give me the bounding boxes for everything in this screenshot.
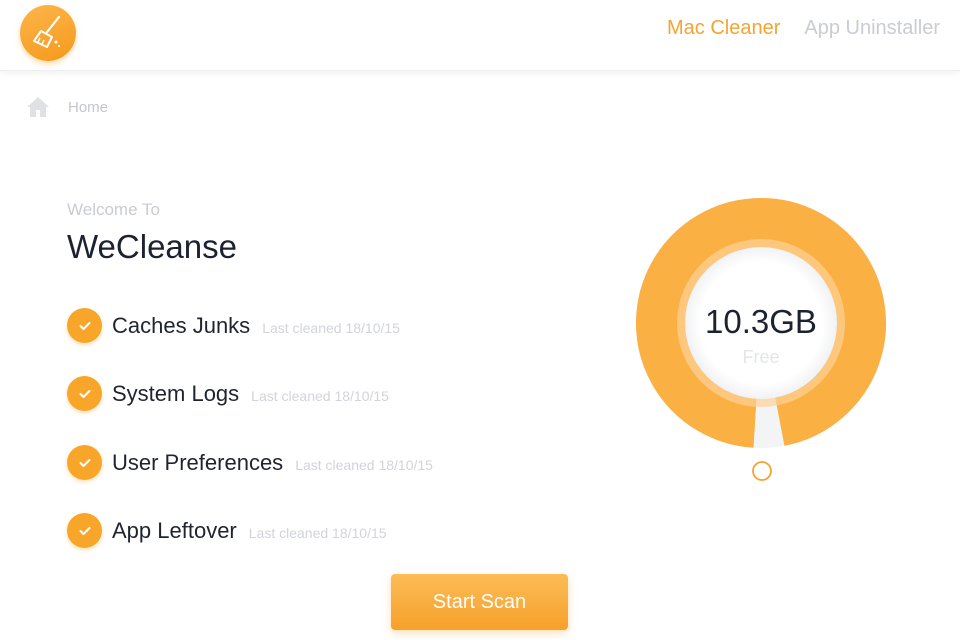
free-space-value: 10.3GB xyxy=(705,303,817,340)
top-bar: Mac Cleaner App Uninstaller xyxy=(0,0,960,71)
item-name: Caches Junks xyxy=(112,312,251,338)
breadcrumb: Home xyxy=(26,96,108,118)
tab-app-uninstaller[interactable]: App Uninstaller xyxy=(804,17,940,40)
home-icon[interactable] xyxy=(26,96,50,118)
check-icon xyxy=(67,445,102,480)
list-item-system-logs[interactable]: System Logs Last cleaned 18/10/15 xyxy=(67,376,389,411)
storage-gauge: 10.3GB Free xyxy=(636,198,886,481)
app-title: WeCleanse xyxy=(67,228,237,265)
list-item-user-preferences[interactable]: User Preferences Last cleaned 18/10/15 xyxy=(67,445,433,480)
item-name: App Leftover xyxy=(112,517,237,543)
item-last-cleaned: Last cleaned 18/10/15 xyxy=(251,387,389,404)
tab-mac-cleaner[interactable]: Mac Cleaner xyxy=(667,17,780,40)
gauge-indicator-icon[interactable] xyxy=(752,461,772,481)
app-logo[interactable] xyxy=(20,5,76,61)
main-nav: Mac Cleaner App Uninstaller xyxy=(667,17,940,40)
broom-icon xyxy=(33,15,61,48)
check-icon xyxy=(67,308,102,343)
item-last-cleaned: Last cleaned 18/10/15 xyxy=(248,524,387,541)
check-icon xyxy=(67,376,102,411)
welcome-subtitle: Welcome To xyxy=(67,200,160,219)
item-last-cleaned: Last cleaned 18/10/15 xyxy=(262,319,400,336)
list-item-app-leftover[interactable]: App Leftover Last cleaned 18/10/15 xyxy=(67,513,387,548)
item-name: System Logs xyxy=(112,380,240,406)
item-last-cleaned: Last cleaned 18/10/15 xyxy=(295,456,433,473)
start-scan-button[interactable]: Start Scan xyxy=(391,574,568,630)
breadcrumb-home[interactable]: Home xyxy=(68,99,108,116)
check-icon xyxy=(67,513,102,548)
item-name: User Preferences xyxy=(112,449,284,475)
free-space-label: Free xyxy=(742,347,779,367)
list-item-caches-junks[interactable]: Caches Junks Last cleaned 18/10/15 xyxy=(67,308,400,343)
